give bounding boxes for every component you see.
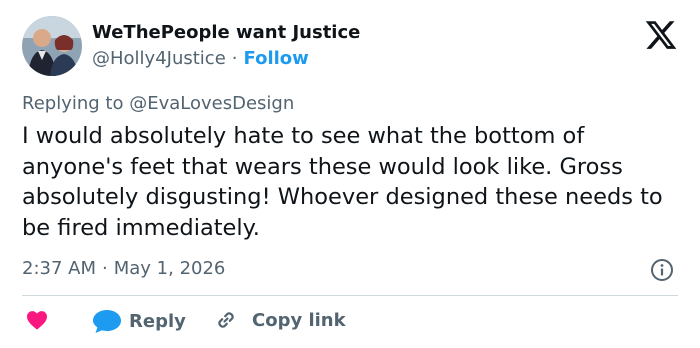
author-handle[interactable]: @Holly4Justice	[92, 48, 226, 69]
reply-button[interactable]: Reply	[92, 308, 186, 334]
tweet-date: May 1, 2026	[113, 258, 226, 279]
reply-label: Reply	[129, 310, 186, 332]
author-handle-row: @Holly4Justice · Follow	[92, 48, 309, 69]
x-logo-icon[interactable]	[644, 18, 678, 52]
tweet-text: I would absolutely hate to see what the …	[22, 123, 663, 241]
tweet-time: 2:37 AM	[22, 258, 96, 279]
avatar[interactable]	[22, 16, 82, 76]
info-icon[interactable]	[650, 258, 674, 282]
tweet-card: WeThePeople want Justice @Holly4Justice ·…	[0, 0, 700, 348]
replying-mention[interactable]: @EvaLovesDesign	[129, 93, 294, 114]
copy-link-label: Copy link	[252, 309, 346, 331]
copy-link-button[interactable]: Copy link	[214, 308, 346, 332]
reply-bubble-icon	[93, 310, 121, 333]
handle-separator: ·	[231, 48, 238, 69]
replying-prefix: Replying to	[22, 93, 130, 114]
timestamp-separator: ·	[102, 258, 108, 279]
heart-icon[interactable]	[26, 310, 48, 330]
divider	[22, 295, 678, 296]
replying-to-line: Replying to @EvaLovesDesign	[22, 93, 294, 114]
follow-button[interactable]: Follow	[244, 48, 309, 69]
tweet-timestamp[interactable]: 2:37 AM · May 1, 2026	[22, 258, 225, 279]
link-icon	[218, 312, 234, 328]
author-display-name[interactable]: WeThePeople want Justice	[92, 22, 360, 43]
avatar-photo-icon	[22, 16, 82, 76]
